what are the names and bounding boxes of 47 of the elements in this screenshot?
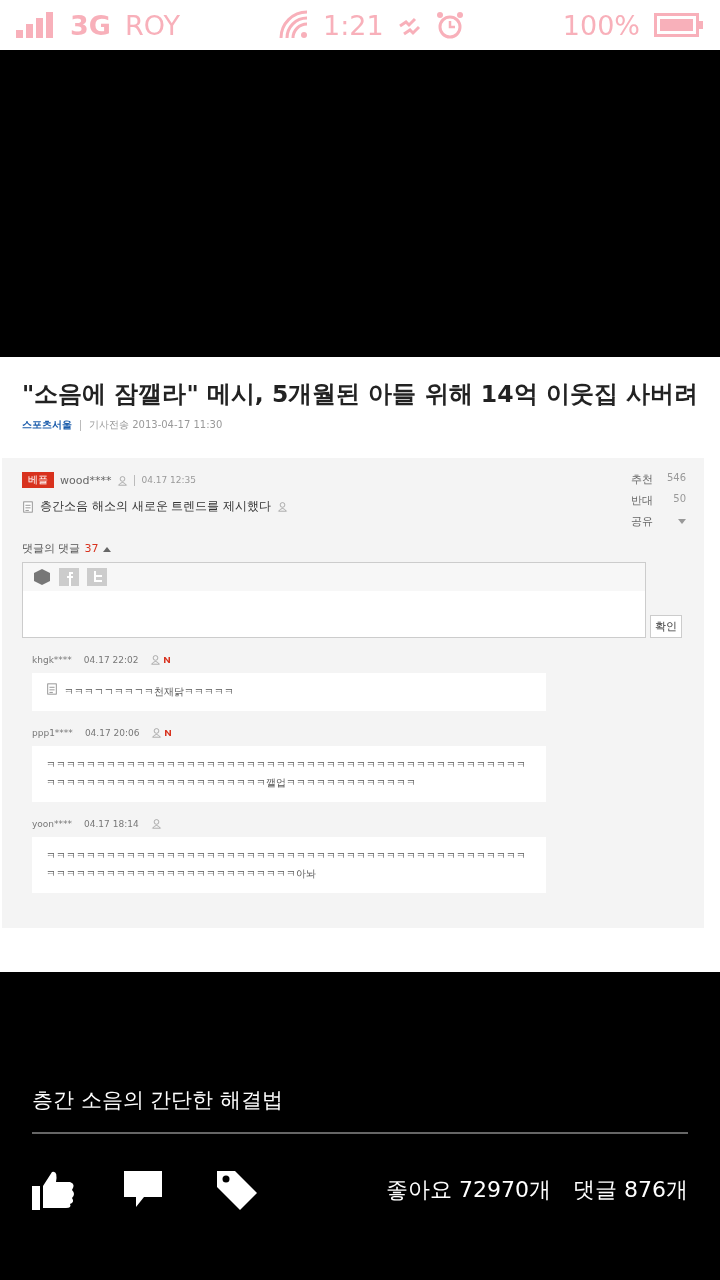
comment-time: 04.17 12:35 bbox=[141, 475, 196, 486]
replies-label: 댓글의 댓글 bbox=[22, 541, 81, 557]
reply-text: ㅋㅋㅋㅋㅋㅋㅋㅋㅋㅋㅋㅋㅋㅋㅋㅋㅋㅋㅋㅋㅋㅋㅋㅋㅋㅋㅋㅋㅋㅋㅋㅋㅋㅋㅋㅋㅋㅋㅋㅋㅋㅋㅋㅋㅋㅋㅋㅋㅋㅋㅋㅋㅋㅋㅋㅋㅋㅋㅋㅋㅋㅋㅋㅋㅋㅋㅋㅋㅋㅋㅋㅋㅋ아놔 bbox=[46, 849, 527, 882]
replies-count: 37 bbox=[84, 542, 99, 556]
person-icon bbox=[117, 474, 129, 486]
username: yoon**** bbox=[32, 818, 73, 829]
comment-text: 층간소음 해소의 새로운 트렌드를 제시했다 bbox=[40, 498, 272, 516]
carrier-name: ROY bbox=[124, 9, 180, 41]
confirm-button[interactable]: 확인 bbox=[650, 615, 682, 639]
source-logo: 스포츠서울 bbox=[22, 418, 72, 433]
like-count: 좋아요 72970개 bbox=[386, 1176, 551, 1204]
best-badge: 베플 bbox=[22, 472, 54, 489]
battery-icon bbox=[654, 13, 704, 37]
battery-percent: 100% bbox=[562, 9, 640, 41]
username: ppp1**** bbox=[32, 727, 73, 738]
comment-time: 04.17 18:14 bbox=[84, 818, 139, 829]
reply-text: ㅋㅋㅋㄱㄱㅋㅋㄱㅋ천재닭ㅋㅋㅋㅋㅋ bbox=[64, 685, 234, 700]
username: wood**** bbox=[60, 473, 112, 487]
wifi-icon bbox=[279, 10, 310, 40]
recommend-button[interactable]: 추천 bbox=[630, 472, 653, 488]
caret-icon bbox=[678, 518, 686, 525]
person-icon bbox=[151, 727, 163, 739]
signal-icon bbox=[16, 12, 56, 38]
clock-time: 1:21 bbox=[323, 9, 384, 41]
vote-count: 546 bbox=[666, 472, 686, 486]
vote-count: 50 bbox=[672, 493, 686, 507]
person-icon bbox=[150, 818, 162, 830]
share-button[interactable]: 공유 bbox=[630, 514, 653, 530]
reply-text: ㅋㅋㅋㅋㅋㅋㅋㅋㅋㅋㅋㅋㅋㅋㅋㅋㅋㅋㅋㅋㅋㅋㅋㅋㅋㅋㅋㅋㅋㅋㅋㅋㅋㅋㅋㅋㅋㅋㅋㅋㅋㅋㅋㅋㅋㅋㅋㅋㅋㅋㅋㅋㅋㅋㅋㅋㅋㅋㅋㅋㅋㅋㅋㅋㅋㅋㅋㅋㅋㅋ깰업ㅋㅋㅋㅋㅋㅋㅋㅋㅋㅋㅋㅋㅋ bbox=[46, 758, 527, 791]
username: khgk**** bbox=[32, 654, 72, 665]
person-icon bbox=[150, 654, 162, 666]
tag-icon bbox=[216, 1169, 258, 1211]
article-title: "소음에 잠깰라" 메시, 5개월된 아들 위해 14억 이웃집 사버려 bbox=[22, 379, 698, 410]
comment-count: 댓글 876개 bbox=[573, 1176, 688, 1204]
caret-icon bbox=[102, 545, 111, 552]
network-type: 3G bbox=[70, 9, 111, 41]
cube-icon bbox=[33, 568, 51, 587]
memo-icon bbox=[46, 683, 58, 696]
alarm-icon bbox=[435, 11, 464, 39]
speech-bubble-icon bbox=[124, 1171, 164, 1209]
comment-time: 04.17 22:02 bbox=[83, 654, 139, 665]
post-caption: 층간 소음의 간단한 해결법 bbox=[32, 1087, 285, 1114]
person-icon bbox=[277, 501, 289, 513]
article-date: 기사전송 2013-04-17 11:30 bbox=[89, 418, 223, 433]
memo-icon bbox=[22, 500, 34, 513]
oppose-button[interactable]: 반대 bbox=[630, 493, 653, 509]
comment-time: 04.17 20:06 bbox=[84, 727, 140, 738]
